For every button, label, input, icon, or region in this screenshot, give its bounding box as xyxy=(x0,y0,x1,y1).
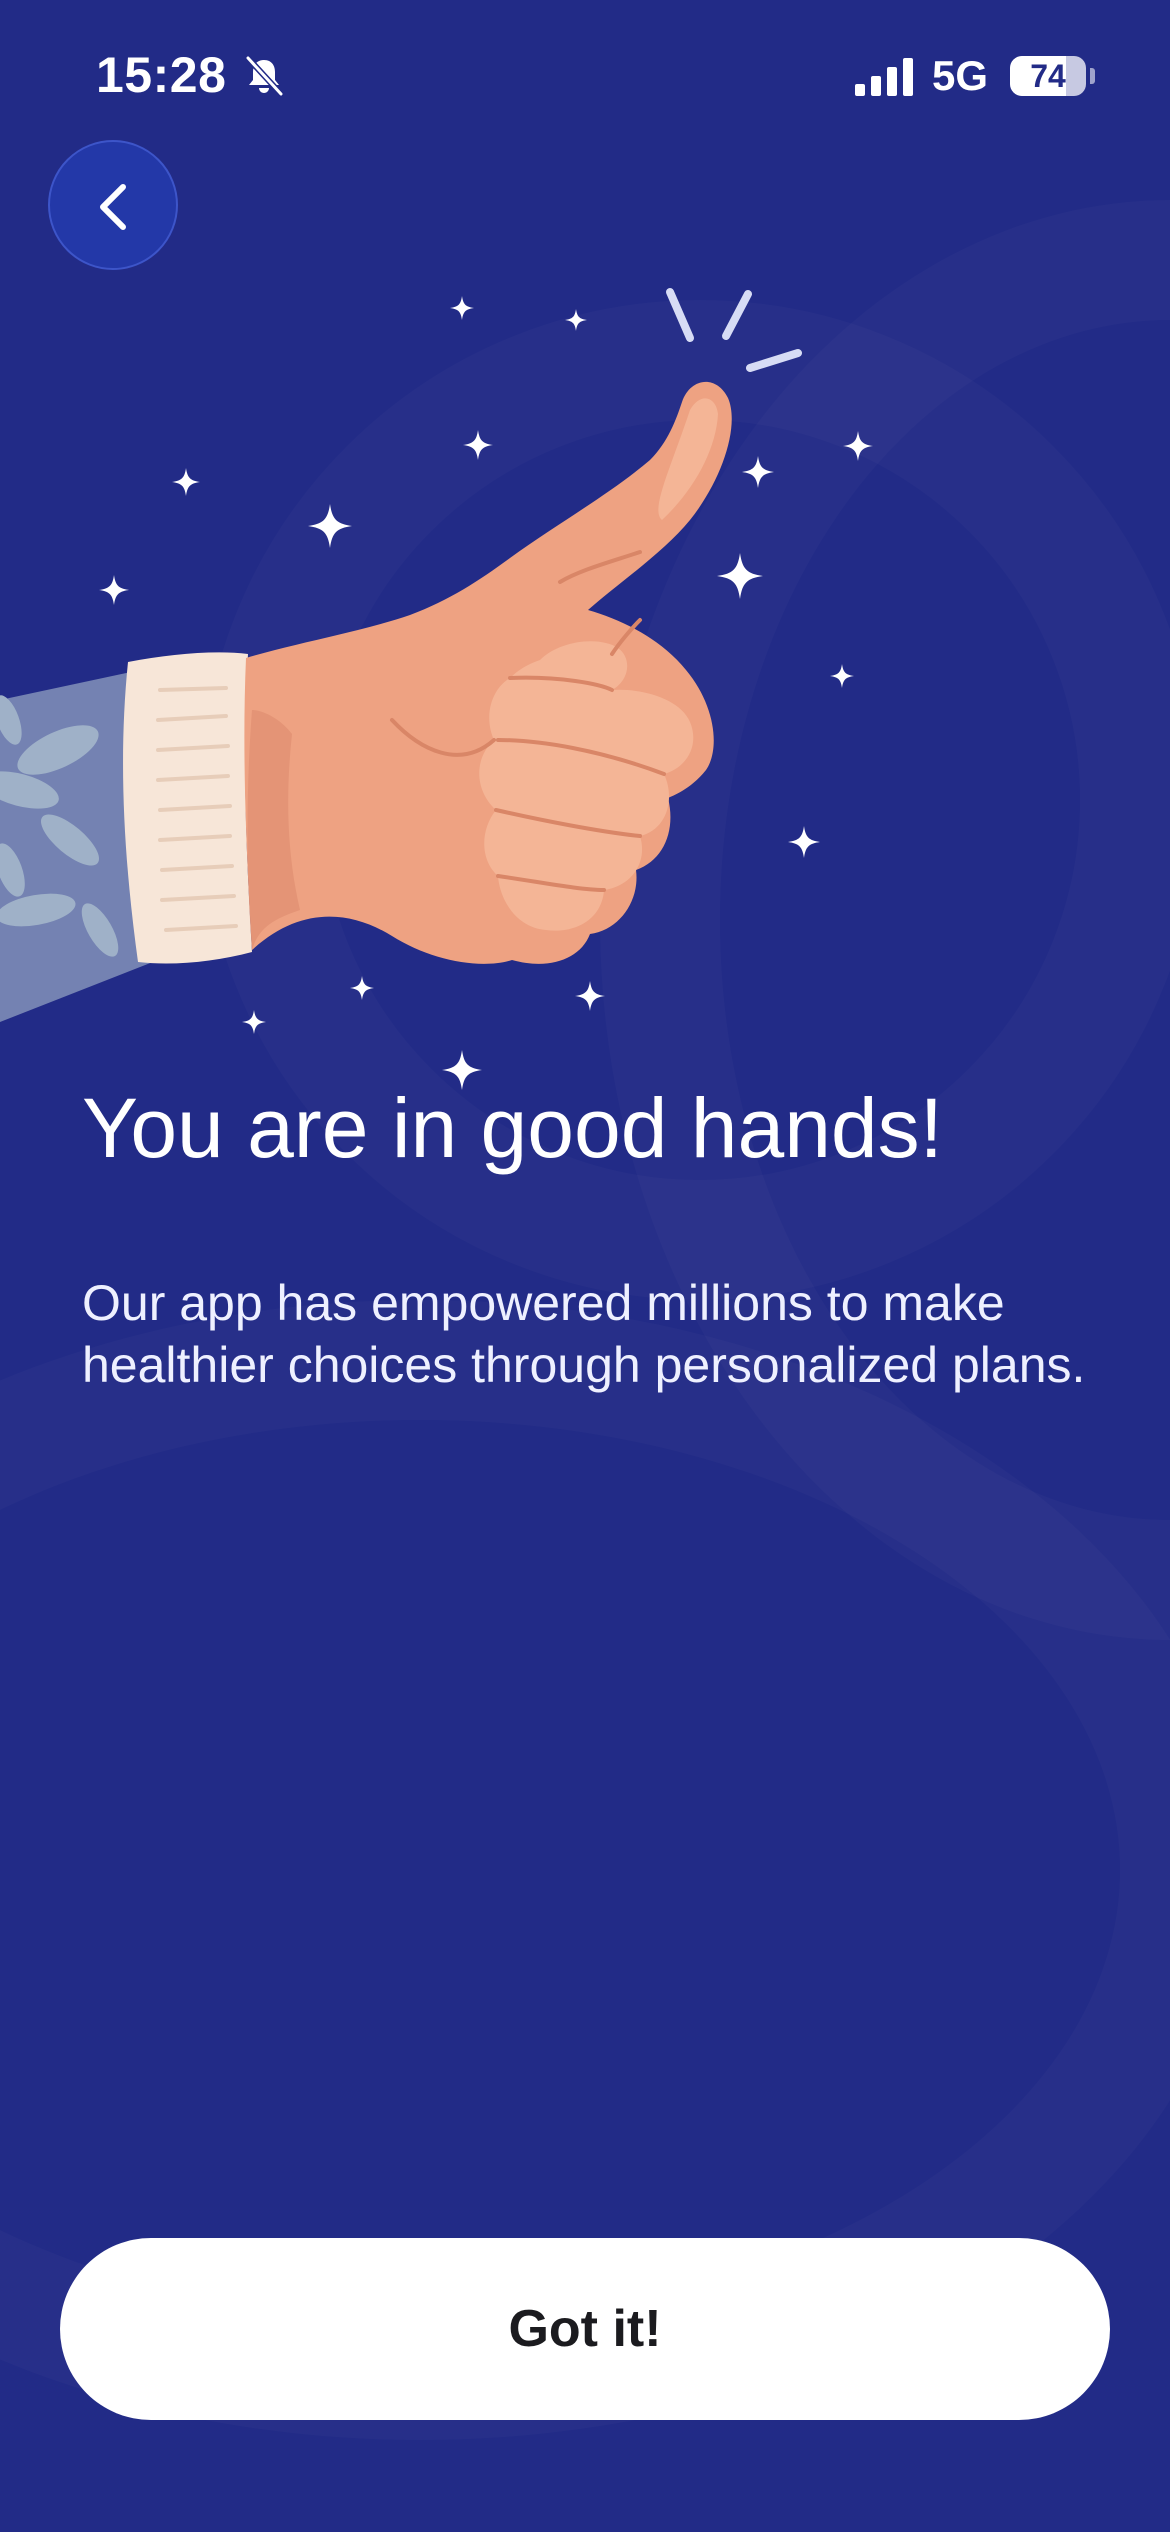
onboarding-screen: 15:28 5G 74 You are in good hands! Our a… xyxy=(0,0,1170,2532)
battery-cap xyxy=(1090,68,1095,84)
status-bar: 15:28 5G 74 xyxy=(0,0,1170,150)
thumbs-up-hand-illustration xyxy=(0,288,873,1090)
signal-icon xyxy=(855,58,915,96)
status-time: 15:28 xyxy=(96,47,227,103)
motion-lines xyxy=(666,288,802,372)
battery-level: 74 xyxy=(1030,58,1066,94)
bell-muted-icon xyxy=(242,54,286,98)
page-title: You are in good hands! xyxy=(82,1081,943,1175)
got-it-button[interactable]: Got it! xyxy=(60,2238,1110,2420)
chevron-left-icon xyxy=(100,184,126,230)
hand xyxy=(244,381,732,964)
back-button[interactable] xyxy=(48,140,178,270)
cuff xyxy=(123,652,252,964)
description-text: Our app has empowered millions to make h… xyxy=(82,1275,1086,1393)
battery-icon: 74 xyxy=(1010,56,1086,96)
network-label: 5G xyxy=(932,52,989,99)
